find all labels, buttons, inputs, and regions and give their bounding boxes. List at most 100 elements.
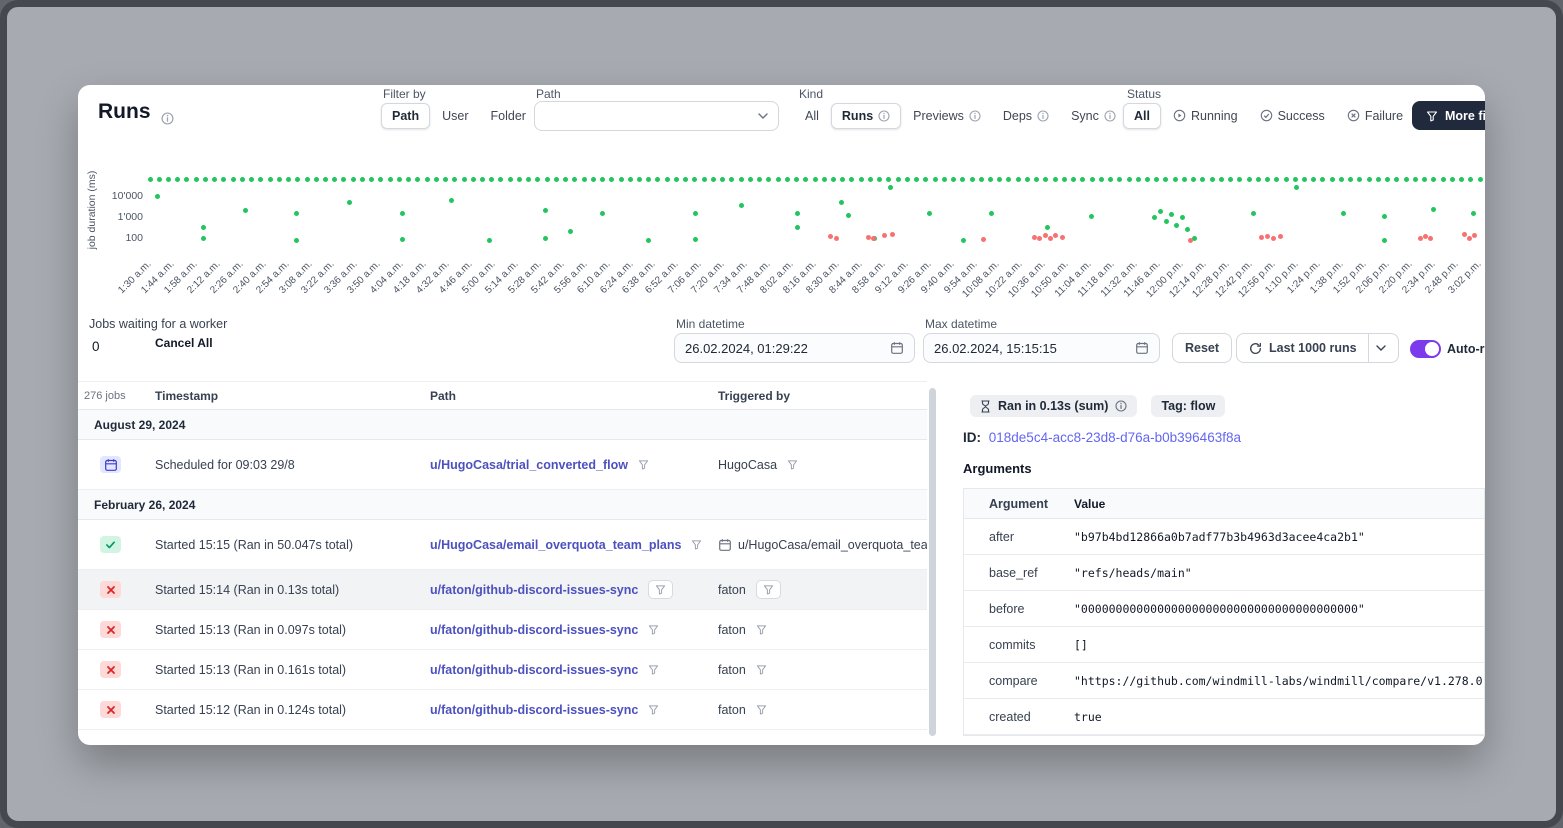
chart-dot-success[interactable] [1459, 177, 1464, 182]
chart-dot-success[interactable] [175, 177, 180, 182]
chart-dot-success[interactable] [1478, 177, 1483, 182]
chart-dot-success[interactable] [896, 177, 901, 182]
chevron-down-icon[interactable] [1376, 345, 1386, 351]
chart-dot-success[interactable] [462, 177, 467, 182]
chart-dot-success[interactable] [1382, 214, 1387, 219]
chart-dot-success[interactable] [849, 177, 854, 182]
chart-dot-success[interactable] [1247, 177, 1252, 182]
chart-dot-success[interactable] [1154, 177, 1159, 182]
chart-dot-success[interactable] [748, 177, 753, 182]
chart-dot-success[interactable] [554, 177, 559, 182]
chart-dot-success[interactable] [942, 177, 947, 182]
chart-dot-success[interactable] [347, 200, 352, 205]
chart-dot-success[interactable] [619, 177, 624, 182]
chart-dot-success[interactable] [332, 177, 337, 182]
chart-dot-failure[interactable] [1467, 236, 1472, 241]
chart-dot-success[interactable] [1210, 177, 1215, 182]
chart-dot-success[interactable] [1311, 177, 1316, 182]
chart-dot-success[interactable] [258, 177, 263, 182]
chart-dot-success[interactable] [489, 177, 494, 182]
chart-dot-success[interactable] [487, 238, 492, 243]
chart-dot-success[interactable] [1382, 238, 1387, 243]
chart-dot-success[interactable] [1089, 214, 1094, 219]
chart-dot-success[interactable] [1006, 177, 1011, 182]
chart-dot-success[interactable] [711, 177, 716, 182]
chart-dot-success[interactable] [294, 211, 299, 216]
chart-dot-success[interactable] [1237, 177, 1242, 182]
chart-dot-failure[interactable] [890, 232, 895, 237]
chart-dot-success[interactable] [341, 177, 346, 182]
chart-dot-success[interactable] [1294, 185, 1299, 190]
chart-dot-success[interactable] [1302, 177, 1307, 182]
chart-dot-success[interactable] [582, 177, 587, 182]
chart-dot-success[interactable] [665, 177, 670, 182]
chart-dot-success[interactable] [471, 177, 476, 182]
chart-dot-success[interactable] [568, 229, 573, 234]
chart-dot-success[interactable] [1099, 177, 1104, 182]
chart-dot-success[interactable] [951, 177, 956, 182]
chart-dot-failure[interactable] [1259, 235, 1264, 240]
chart-dot-success[interactable] [1173, 177, 1178, 182]
chart-dot-success[interactable] [1394, 177, 1399, 182]
chart-dot-success[interactable] [683, 177, 688, 182]
chart-dot-success[interactable] [314, 177, 319, 182]
chart-dot-failure[interactable] [871, 236, 876, 241]
chart-dot-failure[interactable] [1053, 233, 1058, 238]
chart-dot-success[interactable] [655, 177, 660, 182]
chart-dot-success[interactable] [1185, 227, 1190, 232]
triggered-filter-chip[interactable] [756, 580, 781, 599]
chart-dot-success[interactable] [1174, 223, 1179, 228]
chart-dot-success[interactable] [1136, 177, 1141, 182]
chart-dot-success[interactable] [600, 211, 605, 216]
chart-dot-success[interactable] [1169, 212, 1174, 217]
chart-dot-success[interactable] [646, 238, 651, 243]
job-row[interactable]: Started 15:13 (Ran in 0.097s total)u/fat… [78, 610, 927, 650]
chart-dot-success[interactable] [905, 177, 910, 182]
filter-funnel-icon[interactable] [787, 459, 798, 470]
chart-dot-success[interactable] [840, 177, 845, 182]
chart-dot-success[interactable] [294, 238, 299, 243]
chart-dot-failure[interactable] [1188, 238, 1193, 243]
chart-dot-success[interactable] [1441, 177, 1446, 182]
chart-dot-success[interactable] [693, 237, 698, 242]
job-row[interactable]: Started 15:14 (Ran in 0.13s total)u/fato… [78, 570, 927, 610]
filter-funnel-icon[interactable] [756, 704, 767, 715]
chart-dot-success[interactable] [979, 177, 984, 182]
chart-dot-success[interactable] [1071, 177, 1076, 182]
chart-dot-success[interactable] [1191, 177, 1196, 182]
job-path-link[interactable]: u/HugoCasa/trial_converted_flow [430, 458, 628, 472]
chart-dot-success[interactable] [803, 177, 808, 182]
chart-dot-success[interactable] [1256, 177, 1261, 182]
chart-dot-success[interactable] [543, 208, 548, 213]
filter-funnel-icon[interactable] [638, 459, 649, 470]
job-path-link[interactable]: u/faton/github-discord-issues-sync [430, 663, 638, 677]
chart-dot-failure[interactable] [1278, 234, 1283, 239]
info-icon[interactable] [1115, 400, 1127, 412]
chart-dot-success[interactable] [1341, 211, 1346, 216]
chart-dot-success[interactable] [480, 177, 485, 182]
chart-dot-success[interactable] [231, 177, 236, 182]
chart-dot-success[interactable] [839, 200, 844, 205]
chart-dot-success[interactable] [693, 211, 698, 216]
job-row[interactable]: Started 15:15 (Ran in 50.047s total)u/Hu… [78, 520, 927, 570]
chart-dot-success[interactable] [813, 177, 818, 182]
chart-dot-success[interactable] [997, 177, 1002, 182]
chart-dot-success[interactable] [1117, 177, 1122, 182]
chart-dot-success[interactable] [406, 177, 411, 182]
chart-dot-failure[interactable] [1472, 233, 1477, 238]
chart-dot-success[interactable] [1108, 177, 1113, 182]
chart-dot-failure[interactable] [1060, 235, 1065, 240]
chart-dot-success[interactable] [1145, 177, 1150, 182]
chart-dot-success[interactable] [1293, 177, 1298, 182]
chart-dot-success[interactable] [794, 177, 799, 182]
filter-funnel-icon[interactable] [763, 584, 774, 595]
chart-dot-success[interactable] [1265, 177, 1270, 182]
chart-dot-success[interactable] [785, 177, 790, 182]
chart-dot-success[interactable] [757, 177, 762, 182]
chart-dot-success[interactable] [1053, 177, 1058, 182]
chart-dot-success[interactable] [927, 211, 932, 216]
chart-dot-success[interactable] [351, 177, 356, 182]
chart-dot-success[interactable] [286, 177, 291, 182]
reset-button[interactable]: Reset [1172, 333, 1232, 363]
chart-dot-success[interactable] [933, 177, 938, 182]
